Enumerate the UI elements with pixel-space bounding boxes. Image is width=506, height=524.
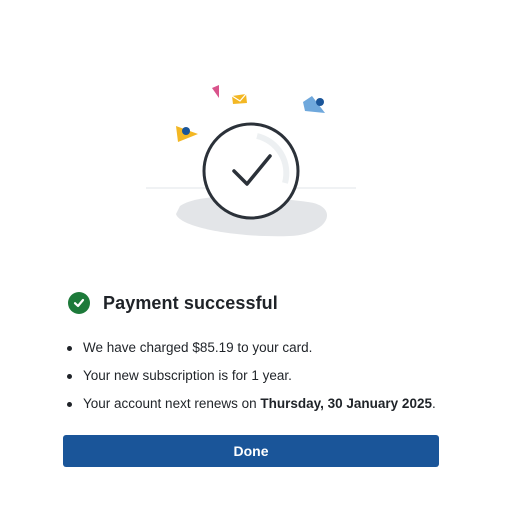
renewal-detail: Your account next renews on Thursday, 30… [66, 396, 456, 412]
payment-details-list: We have charged $85.19 to your card. You… [66, 340, 456, 424]
dialog-heading: Payment successful [68, 292, 278, 314]
confetti-yellow-envelope [231, 93, 247, 104]
checkmark-celebration-illustration [140, 82, 362, 242]
confetti-yellow-triangle [176, 126, 198, 142]
subscription-text: Your new subscription is for 1 year. [83, 368, 292, 383]
check-circle-icon [68, 292, 90, 314]
renewal-suffix: . [431, 396, 436, 411]
dialog-title: Payment successful [103, 292, 278, 313]
charge-detail: We have charged $85.19 to your card. [66, 340, 456, 356]
renewal-date: Thursday, 30 January 2025 [260, 396, 432, 411]
charge-amount: $85.19 [192, 340, 234, 355]
confetti-blue-shape [303, 96, 325, 113]
done-button[interactable]: Done [63, 435, 439, 467]
charge-suffix: to your card. [233, 340, 313, 355]
confetti-pink-triangle [212, 85, 219, 98]
renewal-prefix: Your account next renews on [83, 396, 261, 411]
payment-success-dialog: Payment successful We have charged $85.1… [0, 0, 506, 524]
subscription-detail: Your new subscription is for 1 year. [66, 368, 456, 384]
charge-prefix: We have charged [83, 340, 193, 355]
